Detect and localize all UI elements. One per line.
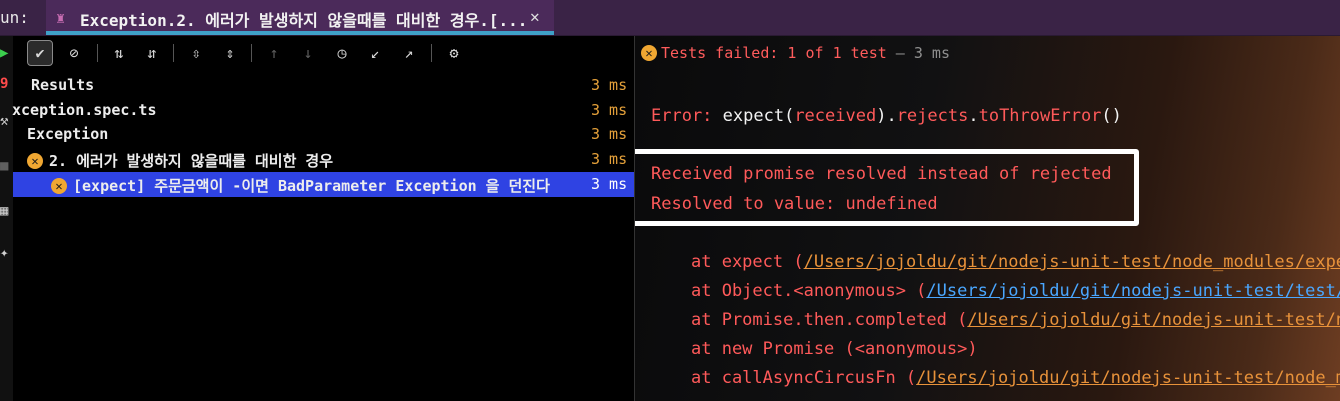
- stack-frame-text: at Promise.then.completed (: [691, 310, 968, 330]
- stack-frame-link[interactable]: /Users/jojoldu/git/nodejs-unit-test/no: [967, 310, 1340, 330]
- tree-row-label: [expect] 주문금액이 -이면 BadParameter Exceptio…: [73, 177, 550, 195]
- error-method: toThrowError: [978, 106, 1102, 126]
- received-line: Received promise resolved instead of rej…: [651, 164, 1112, 184]
- error-dot: .: [968, 106, 979, 126]
- tree-row-test-selected[interactable]: ✕ [expect] 주문금액이 -이면 BadParameter Excepti…: [13, 172, 634, 197]
- check-icon[interactable]: ✔: [27, 40, 53, 66]
- highlight-box: [635, 149, 1139, 226]
- error-rejects: rejects: [896, 106, 969, 126]
- error-prefix: Error:: [651, 106, 723, 126]
- tree-row-duration: 3 ms: [591, 125, 628, 143]
- console-output: ✕ Tests failed: 1 of 1 test – 3 ms Error:…: [635, 36, 1340, 401]
- stack-frame-text: at new Promise (<anonymous>): [691, 339, 978, 359]
- status-text: Tests failed: 1 of 1 test: [661, 44, 887, 62]
- stack-frame: at callAsyncCircusFn (/Users/jojoldu/git…: [691, 368, 1340, 388]
- tree-row-duration: 3 ms: [591, 101, 628, 119]
- sort-duration-icon[interactable]: ⇵: [140, 41, 164, 65]
- status-separator: –: [886, 44, 914, 62]
- active-tab-indicator: [46, 31, 554, 35]
- error-line: Error: expect(received).rejects.toThrowE…: [651, 106, 1122, 126]
- status-duration: 3 ms: [913, 44, 950, 62]
- run-tab[interactable]: ♜ Exception.2. 에러가 발생하지 않을때를 대비한 경우.[...…: [46, 0, 554, 35]
- tree-row-results[interactable]: Results 3 ms: [13, 73, 634, 98]
- ban-icon[interactable]: ⊘: [62, 41, 86, 65]
- tool-window-tabbar: un: ♜ Exception.2. 에러가 발생하지 않을때를 대비한 경우.…: [0, 0, 1340, 36]
- toolbar-separator: [173, 44, 174, 62]
- tree-row-label: Results: [31, 76, 95, 94]
- toolbar-separator: [251, 44, 252, 62]
- failed-icon: ✕: [27, 153, 43, 169]
- pin-icon[interactable]: ✦: [0, 245, 8, 261]
- error-icon[interactable]: 9: [0, 76, 8, 92]
- stop-icon[interactable]: ■: [0, 158, 8, 174]
- tree-row-duration: 3 ms: [591, 150, 628, 168]
- tree-row-spec-file[interactable]: xception.spec.ts 3 ms: [12, 98, 634, 123]
- error-end: (): [1101, 106, 1122, 126]
- arrow-down-icon[interactable]: ↓: [296, 41, 320, 65]
- jest-icon: ♜: [56, 9, 66, 27]
- tree-row-label: xception.spec.ts: [12, 101, 157, 119]
- export-icon[interactable]: ↗: [397, 41, 421, 65]
- layout-icon[interactable]: ▦: [0, 203, 8, 219]
- stack-frame: at Object.<anonymous> (/Users/jojoldu/gi…: [691, 281, 1340, 301]
- test-results-tree: Results 3 ms xception.spec.ts 3 ms Excep…: [12, 70, 634, 401]
- stack-frame-link[interactable]: /Users/jojoldu/git/nodejs-unit-test/node…: [916, 368, 1340, 388]
- test-status-summary: ✕ Tests failed: 1 of 1 test – 3 ms: [641, 44, 950, 62]
- test-toolbar: ✔ ⊘ ⇅ ⇵ ⇳ ⇕ ↑ ↓ ◷ ↙ ↗ ⚙: [13, 36, 634, 70]
- expand-all-icon[interactable]: ⇳: [184, 41, 208, 65]
- run-tab-title: Exception.2. 에러가 발생하지 않을때를 대비한 경우.[...: [80, 11, 528, 30]
- stack-frame-text: at expect (: [691, 252, 804, 272]
- resolved-line: Resolved to value: undefined: [651, 194, 938, 214]
- stack-frame-text: at callAsyncCircusFn (: [691, 368, 917, 388]
- error-expect: expect(: [722, 106, 795, 126]
- collapse-all-icon[interactable]: ⇕: [218, 41, 242, 65]
- sort-alpha-icon[interactable]: ⇅: [107, 41, 131, 65]
- tree-row-duration: 3 ms: [591, 76, 628, 94]
- history-icon[interactable]: ◷: [330, 41, 354, 65]
- run-icon[interactable]: ▶: [0, 45, 8, 61]
- import-icon[interactable]: ↙: [363, 41, 387, 65]
- close-tab-icon[interactable]: ✕: [530, 7, 540, 26]
- wrench-icon[interactable]: ⚒: [0, 113, 8, 129]
- stack-frame-link[interactable]: /Users/jojoldu/git/nodejs-unit-test/node…: [804, 252, 1340, 272]
- stack-frame: at Promise.then.completed (/Users/jojold…: [691, 310, 1340, 330]
- stack-frame-text: at Object.<anonymous> (: [691, 281, 927, 301]
- tree-row-label: 2. 에러가 발생하지 않을때를 대비한 경우: [49, 152, 334, 170]
- tree-row-duration: 3 ms: [591, 175, 628, 193]
- tree-row-suite[interactable]: Exception 3 ms: [13, 122, 634, 147]
- failed-icon: ✕: [51, 178, 67, 194]
- stack-frame: at new Promise (<anonymous>): [691, 339, 978, 359]
- toolbar-separator: [431, 44, 432, 62]
- stack-frame-link[interactable]: /Users/jojoldu/git/nodejs-unit-test/test…: [926, 281, 1340, 301]
- tree-row-describe[interactable]: ✕ 2. 에러가 발생하지 않을때를 대비한 경우 3 ms: [13, 147, 634, 172]
- error-mid: ).: [876, 106, 897, 126]
- failed-icon: ✕: [641, 45, 657, 61]
- arrow-up-icon[interactable]: ↑: [262, 41, 286, 65]
- gear-icon[interactable]: ⚙: [442, 41, 466, 65]
- run-label: un:: [0, 8, 29, 27]
- stack-frame: at expect (/Users/jojoldu/git/nodejs-uni…: [691, 252, 1340, 272]
- tree-row-label: Exception: [27, 125, 109, 143]
- error-received: received: [794, 106, 877, 126]
- toolbar-separator: [97, 44, 98, 62]
- run-side-toolbar: ▶ 9 ⚒ ■ ▦ ✦: [0, 36, 13, 401]
